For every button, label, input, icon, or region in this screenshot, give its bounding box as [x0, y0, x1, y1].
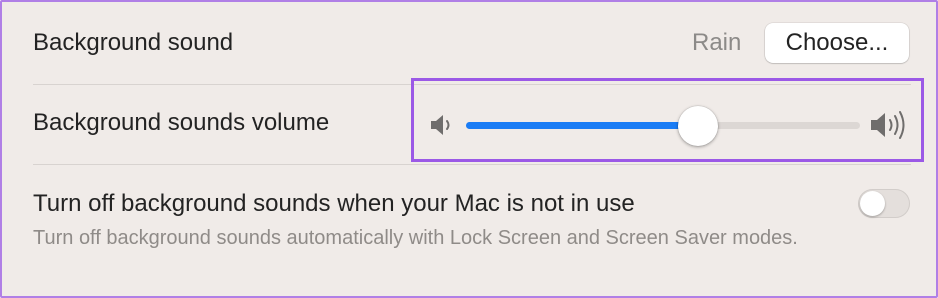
background-sound-value: Rain [692, 29, 742, 56]
background-sounds-panel: Background sound Rain Choose... Backgrou… [8, 2, 930, 292]
speaker-high-icon[interactable] [869, 109, 909, 146]
separator [33, 164, 911, 165]
background-sound-label: Background sound [33, 29, 234, 56]
choose-button[interactable]: Choose... [765, 23, 909, 63]
highlight-box [411, 78, 924, 162]
speaker-low-icon[interactable] [428, 111, 456, 144]
volume-slider[interactable] [466, 122, 860, 129]
toggle-knob [860, 191, 885, 216]
turn-off-description: Turn off background sounds automatically… [33, 227, 798, 249]
volume-label: Background sounds volume [33, 109, 330, 136]
settings-window: Background sound Rain Choose... Backgrou… [0, 0, 938, 298]
turn-off-toggle[interactable] [858, 189, 910, 218]
volume-slider-fill [466, 122, 699, 129]
turn-off-label: Turn off background sounds when your Mac… [33, 190, 635, 217]
